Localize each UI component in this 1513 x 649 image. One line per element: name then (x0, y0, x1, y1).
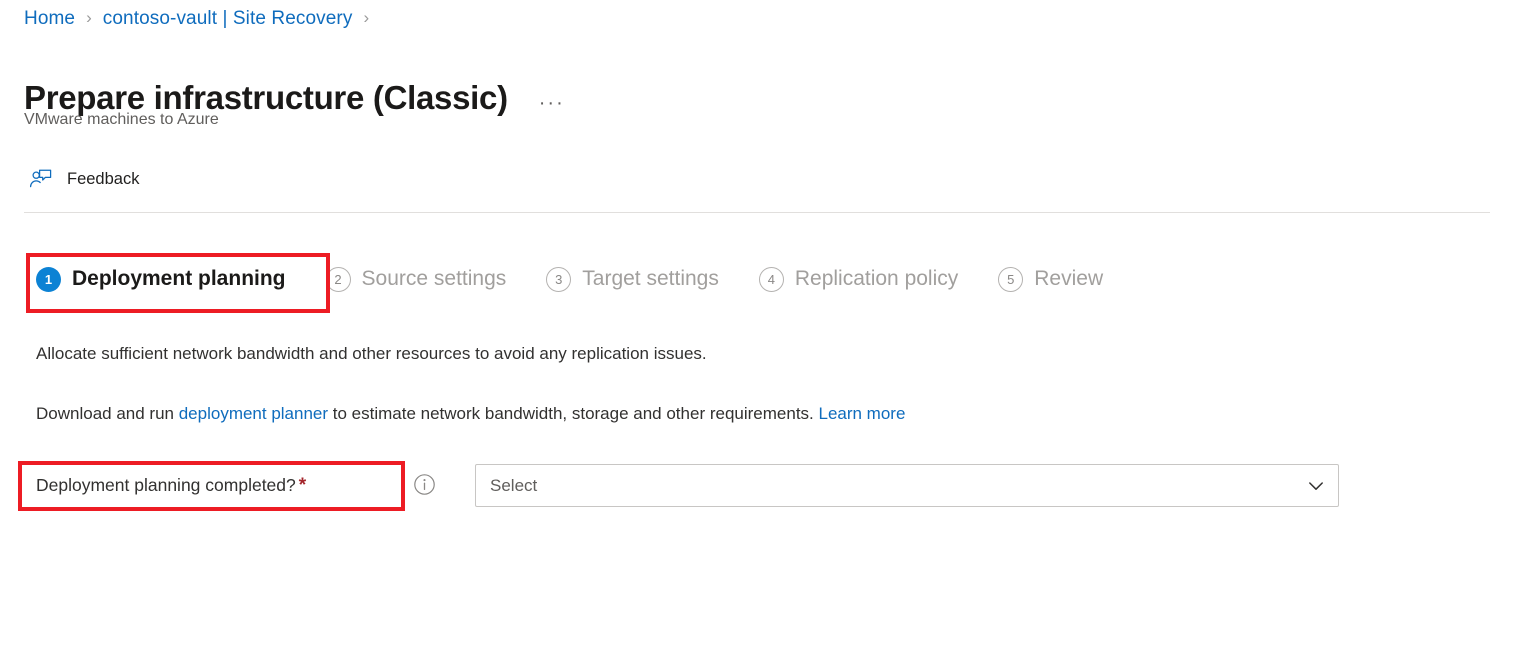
required-asterisk: * (299, 475, 306, 496)
info-circle-icon[interactable] (413, 473, 436, 496)
tab-label-replication-policy: Replication policy (795, 265, 958, 293)
command-bar: Feedback (24, 162, 145, 196)
breadcrumb-item-home[interactable]: Home (24, 6, 75, 32)
page-subtitle: VMware machines to Azure (24, 109, 219, 131)
description-paragraph-1: Allocate sufficient network bandwidth an… (36, 342, 707, 366)
tab-deployment-planning[interactable]: 1 Deployment planning (36, 265, 286, 293)
paragraph2-text-before: Download and run (36, 404, 179, 423)
deployment-planning-label: Deployment planning completed?* (36, 472, 306, 499)
wizard-tabs: 1 Deployment planning 2 Source settings … (36, 265, 1103, 293)
breadcrumb: Home › contoso-vault | Site Recovery › (24, 6, 380, 32)
tab-target-settings[interactable]: 3 Target settings (546, 265, 719, 293)
chevron-right-icon: › (86, 5, 92, 31)
deployment-planning-dropdown[interactable]: Select (475, 464, 1339, 507)
feedback-button[interactable]: Feedback (24, 162, 145, 196)
command-bar-divider (24, 212, 1490, 213)
deployment-planner-link[interactable]: deployment planner (179, 404, 328, 423)
more-options-button[interactable]: ··· (539, 93, 565, 113)
tab-review[interactable]: 5 Review (998, 265, 1103, 293)
tab-number-3: 3 (546, 267, 571, 292)
tab-number-4: 4 (759, 267, 784, 292)
feedback-person-icon (28, 166, 54, 192)
learn-more-link[interactable]: Learn more (818, 404, 905, 423)
tab-label-target-settings: Target settings (582, 265, 719, 293)
feedback-button-label: Feedback (67, 168, 139, 190)
tab-label-source-settings: Source settings (362, 265, 507, 293)
chevron-right-icon-2: › (363, 5, 369, 31)
dropdown-selected-value: Select (490, 474, 1306, 498)
tab-label-review: Review (1034, 265, 1103, 293)
description-paragraph-2: Download and run deployment planner to e… (36, 402, 905, 426)
paragraph2-text-middle: to estimate network bandwidth, storage a… (328, 404, 818, 423)
tab-number-2: 2 (326, 267, 351, 292)
breadcrumb-item-contoso-vault[interactable]: contoso-vault | Site Recovery (103, 6, 353, 32)
deployment-planning-form-row: Deployment planning completed?* Select (0, 462, 1513, 510)
tab-replication-policy[interactable]: 4 Replication policy (759, 265, 958, 293)
deployment-planning-label-text: Deployment planning completed? (36, 475, 296, 495)
tab-number-5: 5 (998, 267, 1023, 292)
chevron-down-icon (1306, 476, 1326, 496)
tab-source-settings[interactable]: 2 Source settings (326, 265, 507, 293)
tab-label-deployment-planning: Deployment planning (72, 265, 286, 293)
tab-number-1: 1 (36, 267, 61, 292)
